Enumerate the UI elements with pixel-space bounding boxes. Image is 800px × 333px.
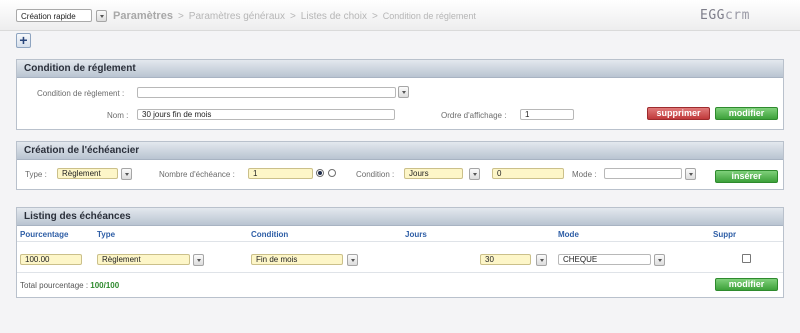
condition-label-echeancier: Condition : [356, 170, 395, 179]
app-logo: EGGcrm [700, 8, 750, 23]
breadcrumb-separator: > [289, 11, 296, 22]
quick-create-dropdown-icon[interactable] [96, 10, 107, 22]
type-label: Type : [25, 170, 47, 179]
condition-select[interactable] [137, 87, 396, 98]
breadcrumb-separator: > [177, 11, 184, 22]
breadcrumb: Paramètres > Paramètres généraux > Listes de… [113, 10, 479, 22]
condition-type-select[interactable]: Jours [404, 168, 463, 179]
modify-condition-button[interactable]: modifier [715, 107, 778, 120]
row-suppr-checkbox[interactable] [742, 254, 751, 263]
type-dropdown-icon[interactable] [121, 168, 132, 180]
condition-type-dropdown-icon[interactable] [469, 168, 480, 180]
type-select[interactable]: Règlement [57, 168, 118, 179]
condition-dropdown-icon[interactable] [398, 86, 409, 98]
condition-panel-title: Condition de réglement [17, 60, 783, 78]
delete-button[interactable]: supprimer [647, 107, 710, 120]
radio-option-1[interactable] [316, 169, 324, 177]
table-divider [17, 272, 783, 273]
mode-label: Mode : [572, 170, 597, 179]
ordre-affichage-input[interactable]: 1 [520, 109, 574, 120]
total-pourcentage-label: Total pourcentage : [20, 281, 89, 290]
total-pourcentage-value: 100/100 [90, 281, 120, 290]
row-jours-dropdown-icon[interactable] [536, 254, 547, 266]
condition-label: Condition de règlement : [37, 89, 125, 98]
condition-number-input[interactable]: 0 [492, 168, 564, 179]
pourcentage-input[interactable]: 100.00 [20, 254, 82, 265]
breadcrumb-item-parametres-generaux[interactable]: Paramètres généraux [189, 11, 285, 22]
row-mode-select[interactable]: CHEQUE [558, 254, 651, 265]
row-condition-select[interactable]: Fin de mois [251, 254, 343, 265]
column-header-mode[interactable]: Mode [558, 230, 579, 239]
column-header-jours[interactable]: Jours [405, 230, 427, 239]
nom-input[interactable]: 30 jours fin de mois [137, 109, 395, 120]
add-icon[interactable]: + [16, 33, 31, 48]
breadcrumb-separator: > [371, 11, 378, 22]
radio-option-2[interactable] [328, 169, 336, 177]
column-header-condition[interactable]: Condition [251, 230, 288, 239]
nombre-echeance-label: Nombre d'échéance : [159, 170, 235, 179]
ordre-affichage-label: Ordre d'affichage : [441, 111, 507, 120]
top-bar: Création rapide Paramètres > Paramètres gé… [0, 0, 800, 31]
mode-dropdown-icon[interactable] [685, 168, 696, 180]
row-jours-input[interactable]: 30 [480, 254, 531, 265]
breadcrumb-item-current: Condition de réglement [382, 11, 476, 21]
total-pourcentage: Total pourcentage : 100/100 [20, 281, 119, 290]
listing-panel-title: Listing des échéances [17, 208, 783, 226]
quick-create-select[interactable]: Création rapide [16, 9, 92, 22]
echeancier-panel-title: Création de l'échéancier [17, 142, 783, 160]
logo-suffix: crm [724, 8, 750, 23]
column-header-type[interactable]: Type [97, 230, 115, 239]
modify-listing-button[interactable]: modifier [715, 278, 778, 291]
nombre-echeance-input[interactable]: 1 [248, 168, 313, 179]
condition-panel: Condition de réglement Condition de règl… [16, 59, 784, 130]
column-header-pourcentage[interactable]: Pourcentage [20, 230, 68, 239]
breadcrumb-item-parametres[interactable]: Paramètres [113, 10, 173, 22]
mode-select[interactable] [604, 168, 682, 179]
listing-panel: Listing des échéances Pourcentage Type C… [16, 207, 784, 298]
row-type-select[interactable]: Règlement [97, 254, 190, 265]
echeancier-panel: Création de l'échéancier Type : Règlemen… [16, 141, 784, 190]
insert-button[interactable]: insérer [715, 170, 778, 183]
table-divider [17, 241, 783, 242]
logo-main: EGG [700, 8, 725, 23]
row-condition-dropdown-icon[interactable] [347, 254, 358, 266]
column-header-suppr[interactable]: Suppr [713, 230, 736, 239]
nom-label: Nom : [107, 111, 129, 120]
row-type-dropdown-icon[interactable] [193, 254, 204, 266]
breadcrumb-item-listes-de-choix[interactable]: Listes de choix [301, 11, 367, 22]
row-mode-dropdown-icon[interactable] [654, 254, 665, 266]
